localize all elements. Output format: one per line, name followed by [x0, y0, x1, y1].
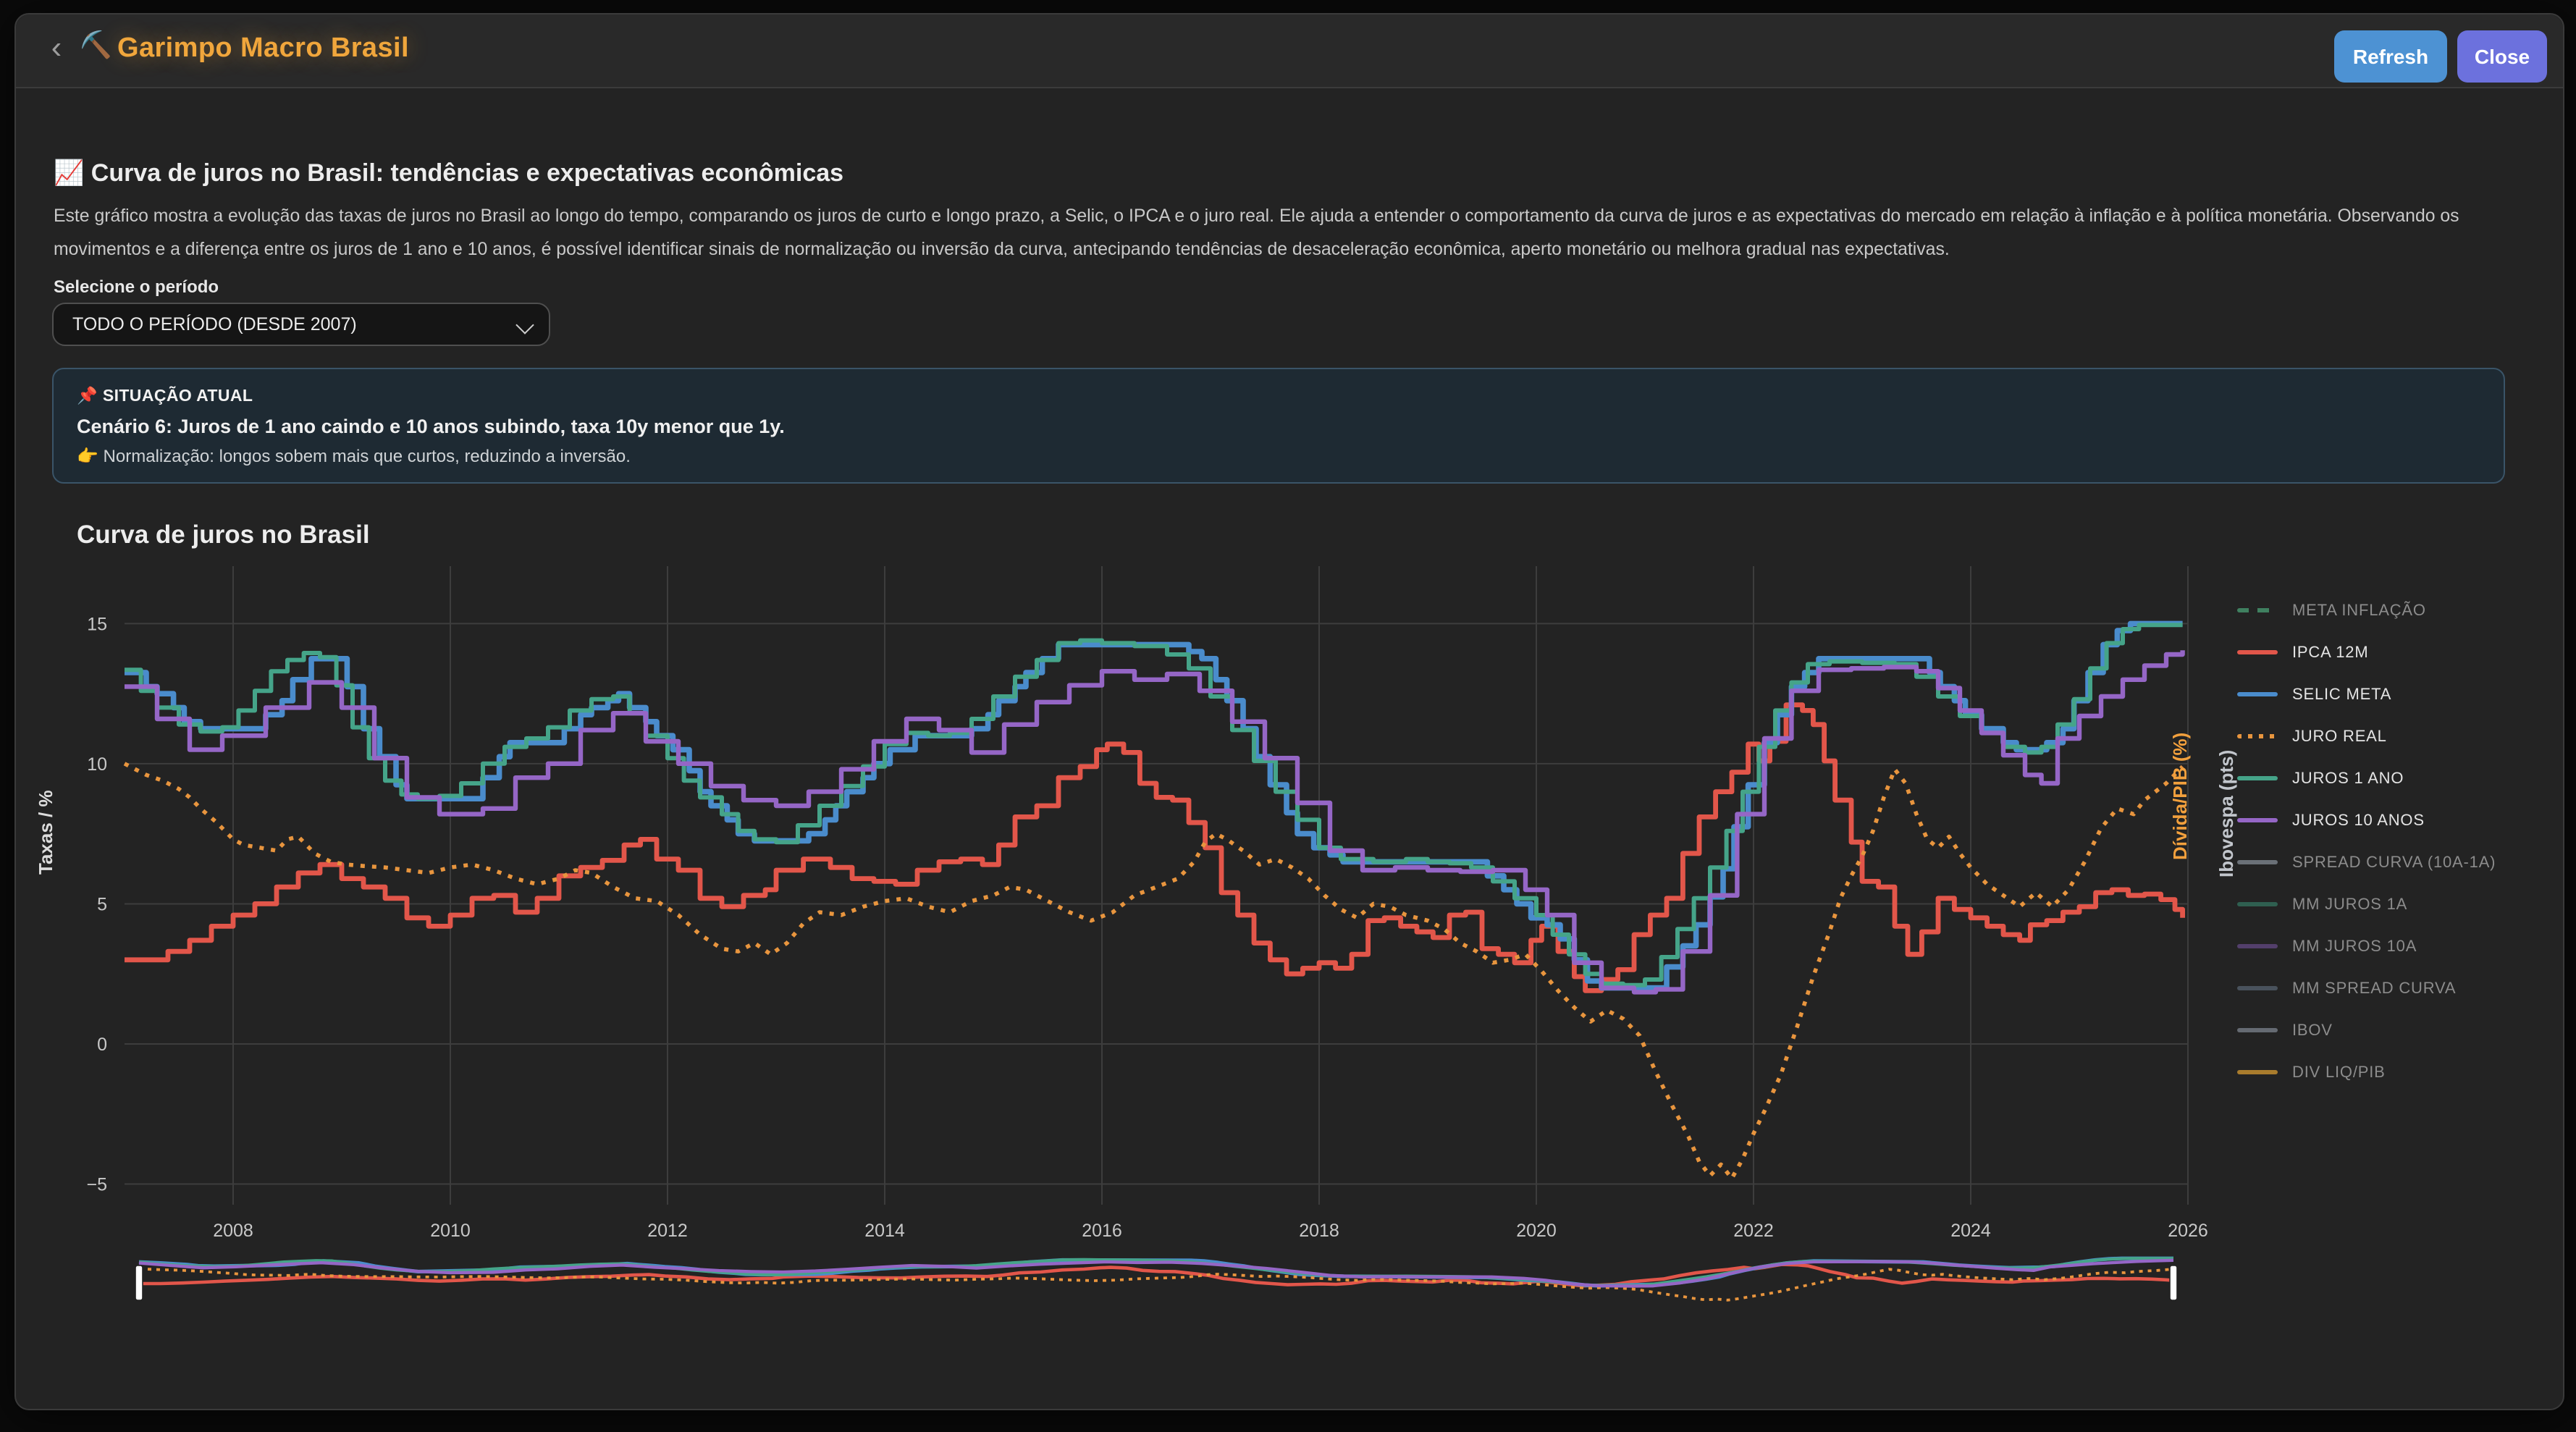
legend-item-ibov[interactable]: IBOV: [2237, 1009, 2496, 1051]
svg-text:5: 5: [97, 894, 107, 914]
legend-item-selic-meta[interactable]: SELIC META: [2237, 673, 2496, 715]
svg-text:10: 10: [87, 754, 107, 775]
svg-text:2018: 2018: [1299, 1221, 1339, 1241]
period-select-label: Selecione o período: [54, 277, 219, 297]
legend-swatch: [2237, 1070, 2278, 1074]
legend-swatch: [2237, 1028, 2278, 1032]
legend-swatch: [2237, 944, 2278, 948]
legend-item-mm-spread-curva[interactable]: MM SPREAD CURVA: [2237, 967, 2496, 1009]
series-ipca-12m: [125, 705, 2183, 991]
legend-item-div-liq-pib[interactable]: DIV LIQ/PIB: [2237, 1051, 2496, 1093]
current-situation-panel: 📌 SITUAÇÃO ATUAL Cenário 6: Juros de 1 a…: [52, 368, 2505, 484]
situation-scenario: Cenário 6: Juros de 1 ano caindo e 10 an…: [77, 416, 2480, 437]
legend-label: JUROS 1 ANO: [2292, 770, 2404, 787]
dashboard-window: ‹ ⛏️ Garimpo Macro Brasil Refresh Close …: [14, 13, 2564, 1410]
svg-text:2010: 2010: [430, 1221, 471, 1241]
refresh-button[interactable]: Refresh: [2334, 30, 2447, 83]
chart-legend: META INFLAÇÃO IPCA 12M SELIC META JURO REAL…: [2237, 589, 2496, 1093]
rangeslider-handle-left[interactable]: [135, 1265, 143, 1300]
right-axis-label-divida-pib: Dívida/PIB (%): [2169, 673, 2192, 919]
legend-item-meta-infla-o[interactable]: META INFLAÇÃO: [2237, 589, 2496, 631]
period-select[interactable]: TODO O PERÍODO (DESDE 2007): [52, 303, 550, 346]
svg-text:2026: 2026: [2168, 1221, 2208, 1241]
window-titlebar: ‹ ⛏️ Garimpo Macro Brasil Refresh Close: [16, 14, 2563, 88]
series-juro-real: [125, 764, 2183, 1179]
legend-item-juros-1-ano[interactable]: JUROS 1 ANO: [2237, 757, 2496, 799]
legend-swatch: [2237, 650, 2278, 654]
legend-swatch: [2237, 734, 2278, 738]
svg-text:15: 15: [87, 614, 107, 634]
legend-label: IBOV: [2292, 1022, 2333, 1039]
legend-swatch: [2237, 608, 2278, 612]
app-title: Garimpo Macro Brasil: [117, 33, 409, 65]
rangeslider-series-ipca-12m: [139, 1265, 2173, 1286]
svg-text:−5: −5: [86, 1175, 107, 1195]
back-button[interactable]: ‹: [39, 32, 74, 67]
legend-swatch: [2237, 776, 2278, 780]
legend-label: SPREAD CURVA (10A-1A): [2292, 854, 2496, 871]
legend-item-juros-10-anos[interactable]: JUROS 10 ANOS: [2237, 799, 2496, 841]
app-viewport: ‹ ⛏️ Garimpo Macro Brasil Refresh Close …: [0, 0, 2576, 1432]
legend-item-mm-juros-1a[interactable]: MM JUROS 1A: [2237, 883, 2496, 925]
rangeslider-handle-right[interactable]: [2170, 1265, 2177, 1300]
legend-label: DIV LIQ/PIB: [2292, 1064, 2386, 1081]
close-button[interactable]: Close: [2457, 30, 2547, 83]
legend-item-spread-curva-10a-1a-[interactable]: SPREAD CURVA (10A-1A): [2237, 841, 2496, 883]
period-select-wrapper: TODO O PERÍODO (DESDE 2007): [52, 303, 550, 346]
y-axis-label: Taxas / %: [35, 724, 58, 941]
svg-text:2016: 2016: [1082, 1221, 1122, 1241]
legend-swatch: [2237, 902, 2278, 906]
legend-swatch: [2237, 860, 2278, 864]
svg-text:0: 0: [97, 1035, 107, 1055]
legend-label: MM JUROS 1A: [2292, 896, 2407, 913]
situation-note: 👉 Normalização: longos sobem mais que cu…: [77, 446, 2480, 466]
svg-text:2020: 2020: [1516, 1221, 1557, 1241]
pickaxe-icon: ⛏️: [80, 30, 112, 61]
legend-item-mm-juros-10a[interactable]: MM JUROS 10A: [2237, 925, 2496, 967]
legend-swatch: [2237, 986, 2278, 990]
legend-item-juro-real[interactable]: JURO REAL: [2237, 715, 2496, 757]
legend-label: SELIC META: [2292, 686, 2391, 703]
legend-label: META INFLAÇÃO: [2292, 602, 2426, 619]
legend-label: MM SPREAD CURVA: [2292, 980, 2456, 997]
legend-label: JUROS 10 ANOS: [2292, 812, 2425, 829]
svg-text:2022: 2022: [1733, 1221, 1774, 1241]
page-title: 📈 Curva de juros no Brasil: tendências e…: [54, 159, 843, 188]
legend-label: MM JUROS 10A: [2292, 938, 2417, 955]
right-axis-label-ibovespa: Ibovespa (pts): [2215, 691, 2239, 937]
legend-label: JURO REAL: [2292, 728, 2387, 745]
legend-item-ipca-12m[interactable]: IPCA 12M: [2237, 631, 2496, 673]
svg-text:2014: 2014: [864, 1221, 905, 1241]
series-juros-10-anos: [125, 650, 2183, 992]
interest-rate-chart[interactable]: −5 0 5 10 15 2008 2010 2012 2014 2016 2018 2020 2022…: [16, 537, 2563, 1348]
svg-text:2012: 2012: [647, 1221, 688, 1241]
svg-text:2024: 2024: [1950, 1221, 1991, 1241]
svg-text:2008: 2008: [213, 1221, 253, 1241]
page-description: Este gráfico mostra a evolução das taxas…: [54, 200, 2533, 265]
legend-swatch: [2237, 818, 2278, 822]
legend-label: IPCA 12M: [2292, 644, 2368, 661]
legend-swatch: [2237, 692, 2278, 696]
situation-heading: 📌 SITUAÇÃO ATUAL: [77, 385, 2480, 405]
